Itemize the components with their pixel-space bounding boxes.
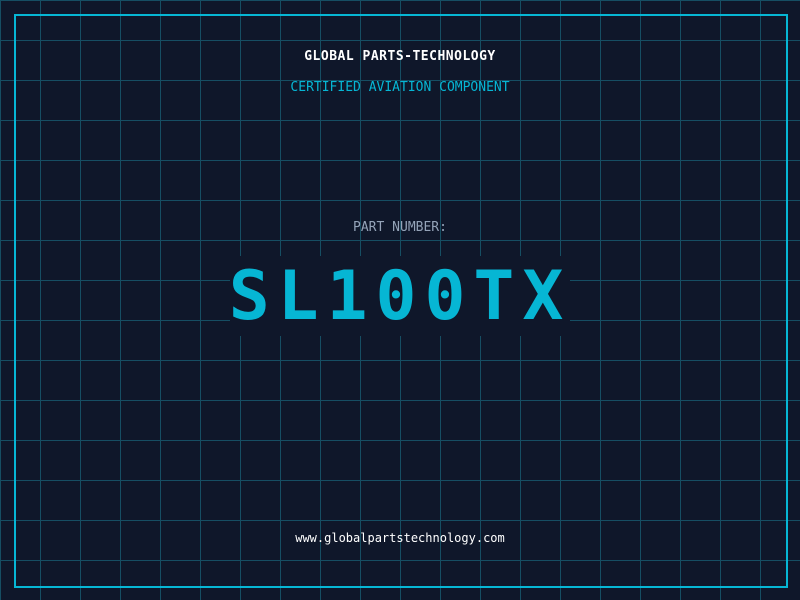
- subtitle: CERTIFIED AVIATION COMPONENT: [290, 80, 510, 95]
- website-url: www.globalpartstechnology.com: [295, 531, 505, 545]
- part-number-label: PART NUMBER:: [353, 220, 447, 235]
- company-title: GLOBAL PARTS-TECHNOLOGY: [304, 49, 496, 64]
- part-number-value: SL100TX: [228, 257, 572, 336]
